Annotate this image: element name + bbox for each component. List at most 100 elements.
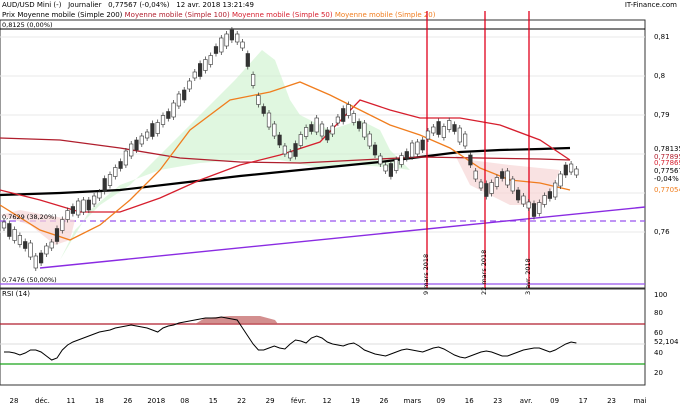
- date-tick-label: 26: [123, 397, 132, 405]
- candle-body: [473, 170, 478, 180]
- price-tick: 0,76: [654, 228, 670, 236]
- rsi-tick: 100: [654, 291, 668, 299]
- candle-body: [431, 126, 436, 134]
- date-tick-label: 16: [465, 397, 474, 405]
- candle-body: [266, 112, 272, 128]
- date-tick-label: 09: [436, 397, 445, 405]
- candle-body: [150, 123, 155, 137]
- date-tick-label: 23: [493, 397, 502, 405]
- candle-body: [65, 210, 70, 220]
- candle-body: [484, 183, 489, 197]
- candle-body: [293, 143, 298, 157]
- rsi-pane: [0, 288, 646, 386]
- candle-body: [224, 33, 229, 47]
- bull-zone: [60, 50, 410, 260]
- date-tick-label: 17: [579, 397, 588, 405]
- date-tick-label: déc.: [35, 397, 50, 405]
- candle-body: [420, 139, 425, 151]
- candle-body: [563, 164, 568, 176]
- candle-body: [1, 221, 7, 229]
- candle-body: [356, 121, 362, 129]
- fib-label-38: 0,7629 (38,20%): [2, 213, 57, 221]
- candle-body: [70, 206, 75, 214]
- support-trendline[interactable]: [39, 206, 646, 269]
- candle-body: [298, 134, 303, 146]
- candle-body: [76, 200, 81, 216]
- date-tick-label: 28: [10, 397, 19, 405]
- candle-body: [33, 255, 38, 269]
- candle-body: [303, 127, 309, 137]
- candle-body: [166, 111, 171, 119]
- candle-body: [574, 168, 579, 176]
- price-axis[interactable]: 0,81 0,8 0,79 0,78135 0,77895 0,77869 0,…: [645, 20, 680, 288]
- candle-body: [118, 161, 123, 169]
- candle-body: [388, 163, 394, 177]
- candle-body: [521, 195, 526, 205]
- candle-body: [277, 134, 282, 146]
- rsi-value: 52,104: [654, 338, 679, 346]
- candle-body: [92, 195, 97, 205]
- candle-body: [462, 133, 468, 147]
- event-label-2: 22 mars 2018: [480, 249, 488, 295]
- candle-body: [86, 199, 91, 211]
- rsi-axis[interactable]: 100 80 60 52,104 40 20: [645, 289, 680, 385]
- rsi-tick: 80: [654, 309, 663, 317]
- candle-body: [129, 143, 134, 157]
- candle-body: [494, 177, 500, 187]
- date-tick-label: 23: [607, 397, 616, 405]
- candle-body: [28, 242, 33, 258]
- candle-body: [240, 41, 245, 49]
- candle-body: [107, 174, 113, 186]
- candle-body: [319, 123, 325, 137]
- candle-body: [81, 199, 86, 213]
- candle-body: [272, 123, 277, 137]
- candle-body: [134, 139, 139, 151]
- candle-body: [447, 120, 452, 130]
- candle-body: [192, 71, 197, 79]
- candle-body: [547, 191, 552, 199]
- candle-body: [23, 241, 28, 249]
- candle-body: [282, 145, 288, 155]
- candle-body: [399, 155, 404, 165]
- candle-body: [235, 33, 240, 43]
- candle-body: [468, 154, 473, 166]
- candle-body: [123, 150, 128, 166]
- candle-body: [478, 181, 484, 189]
- candle-body: [568, 163, 574, 173]
- candle-body: [346, 104, 351, 116]
- event-label-3: 3 avr. 2018: [524, 258, 532, 295]
- candle-body: [171, 102, 176, 118]
- date-tick-label: avr.: [520, 397, 533, 405]
- candle-body: [44, 245, 49, 255]
- date-tick-label: 15: [209, 397, 218, 405]
- date-tick-label: mars: [404, 397, 422, 405]
- candle-body: [452, 124, 457, 132]
- date-tick-label: 19: [351, 397, 360, 405]
- date-axis: 28 déc. 11 18 26 2018 08 15 22 29 févr. 12 19 26 mars 0…: [10, 397, 647, 405]
- candle-body: [537, 202, 542, 214]
- candle-body: [113, 167, 118, 177]
- candle-body: [526, 201, 531, 209]
- candle-body: [362, 122, 367, 138]
- candle-body: [436, 121, 441, 135]
- date-tick-label: 18: [95, 397, 104, 405]
- candle-body: [489, 182, 494, 194]
- rsi-tick: 60: [654, 329, 663, 337]
- candle-body: [182, 89, 187, 101]
- fib-label-0: 0,8125 (0,00%): [2, 21, 53, 29]
- candle-body: [457, 127, 462, 143]
- candle-body: [229, 29, 235, 41]
- price-label-last: 0,77567: [654, 167, 680, 175]
- chart-canvas[interactable]: 28 déc. 11 18 26 2018 08 15 22 29 févr. 12 19 26 mars 0…: [0, 0, 680, 409]
- candle-body: [351, 113, 356, 123]
- candle-body: [425, 130, 431, 140]
- date-tick-label: 11: [66, 397, 75, 405]
- candle-body: [176, 93, 182, 107]
- candle-body: [198, 63, 203, 77]
- candle-body: [330, 125, 335, 135]
- price-candles[interactable]: [1, 27, 579, 271]
- candle-body: [309, 124, 314, 132]
- price-tick: 0,79: [654, 111, 670, 119]
- candle-body: [441, 126, 447, 138]
- rsi-tick: 40: [654, 349, 663, 357]
